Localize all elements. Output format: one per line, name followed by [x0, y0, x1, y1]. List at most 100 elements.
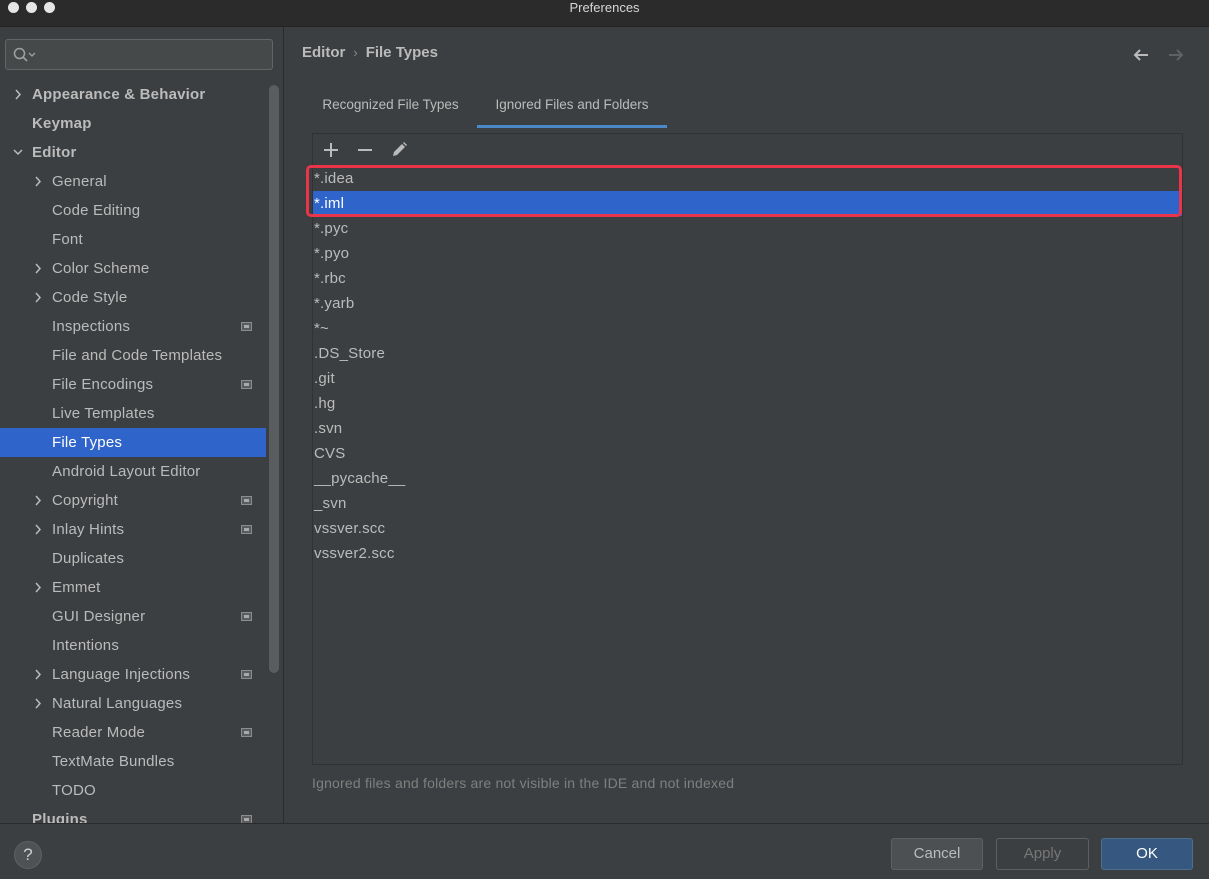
sidebar-item-label: Language Injections	[52, 666, 191, 683]
list-item[interactable]: vssver2.scc	[313, 541, 1182, 566]
list-item[interactable]: *~	[313, 316, 1182, 341]
chevron-right-icon[interactable]	[32, 660, 44, 689]
breadcrumb: Editor › File Types	[302, 44, 438, 61]
sidebar-item-natural-languages[interactable]: Natural Languages	[0, 689, 266, 718]
chevron-right-icon[interactable]	[32, 283, 44, 312]
cancel-button[interactable]: Cancel	[891, 838, 983, 870]
list-item[interactable]: _svn	[313, 491, 1182, 516]
sidebar-item-plugins[interactable]: Plugins	[0, 805, 266, 823]
project-settings-icon	[241, 496, 252, 505]
sidebar-item-android-layout-editor[interactable]: Android Layout Editor	[0, 457, 266, 486]
sidebar-item-keymap[interactable]: Keymap	[0, 109, 266, 138]
sidebar-item-label: General	[52, 173, 107, 190]
dialog-footer: ? Cancel Apply OK	[0, 823, 1209, 879]
sidebar-item-label: Copyright	[52, 492, 118, 509]
chevron-right-icon[interactable]	[32, 515, 44, 544]
project-settings-icon	[241, 728, 252, 737]
list-item[interactable]: *.yarb	[313, 291, 1182, 316]
ignored-files-hint: Ignored files and folders are not visibl…	[312, 775, 735, 791]
sidebar-item-label: Keymap	[32, 115, 92, 132]
sidebar-item-code-editing[interactable]: Code Editing	[0, 196, 266, 225]
list-item[interactable]: .git	[313, 366, 1182, 391]
sidebar-item-label: TODO	[52, 782, 96, 799]
sidebar-item-copyright[interactable]: Copyright	[0, 486, 266, 515]
settings-sidebar: Appearance & Behavior Keymap Editor General…	[0, 27, 284, 823]
project-settings-icon	[241, 322, 252, 331]
settings-search-input[interactable]	[5, 39, 273, 70]
sidebar-item-label: Font	[52, 231, 83, 248]
sidebar-item-reader-mode[interactable]: Reader Mode	[0, 718, 266, 747]
sidebar-item-label: GUI Designer	[52, 608, 146, 625]
chevron-right-icon[interactable]	[32, 254, 44, 283]
chevron-right-icon[interactable]	[32, 689, 44, 718]
ignored-files-panel: *.idea *.iml *.pyc *.pyo *.rbc *.yarb *~ .DS_St…	[312, 133, 1183, 765]
ok-button[interactable]: OK	[1101, 838, 1193, 870]
sidebar-item-code-style[interactable]: Code Style	[0, 283, 266, 312]
sidebar-item-intentions[interactable]: Intentions	[0, 631, 266, 660]
sidebar-item-label: Color Scheme	[52, 260, 150, 277]
sidebar-item-label: Code Editing	[52, 202, 141, 219]
project-settings-icon	[241, 815, 252, 823]
sidebar-item-textmate-bundles[interactable]: TextMate Bundles	[0, 747, 266, 776]
minus-icon[interactable]	[353, 139, 377, 161]
ignored-patterns-list[interactable]: *.idea *.iml *.pyc *.pyo *.rbc *.yarb *~ .DS_St…	[313, 166, 1182, 566]
sidebar-item-label: Live Templates	[52, 405, 155, 422]
sidebar-item-font[interactable]: Font	[0, 225, 266, 254]
pencil-icon[interactable]	[387, 139, 411, 161]
sidebar-item-language-injections[interactable]: Language Injections	[0, 660, 266, 689]
search-icon	[13, 47, 36, 62]
sidebar-item-color-scheme[interactable]: Color Scheme	[0, 254, 266, 283]
help-button[interactable]: ?	[14, 841, 42, 869]
sidebar-item-appearance-behavior[interactable]: Appearance & Behavior	[0, 80, 266, 109]
sidebar-item-label: Code Style	[52, 289, 128, 306]
project-settings-icon	[241, 670, 252, 679]
settings-tree: Appearance & Behavior Keymap Editor General…	[0, 80, 266, 823]
list-item[interactable]: .hg	[313, 391, 1182, 416]
forward-arrow-icon[interactable]	[1166, 45, 1186, 65]
sidebar-item-inspections[interactable]: Inspections	[0, 312, 266, 341]
sidebar-item-todo[interactable]: TODO	[0, 776, 266, 805]
sidebar-item-live-templates[interactable]: Live Templates	[0, 399, 266, 428]
sidebar-item-emmet[interactable]: Emmet	[0, 573, 266, 602]
chevron-right-icon[interactable]	[32, 486, 44, 515]
sidebar-item-general[interactable]: General	[0, 167, 266, 196]
project-settings-icon	[241, 380, 252, 389]
sidebar-item-inlay-hints[interactable]: Inlay Hints	[0, 515, 266, 544]
sidebar-scrollbar[interactable]	[269, 85, 279, 673]
chevron-right-icon[interactable]	[12, 80, 24, 109]
sidebar-item-editor[interactable]: Editor	[0, 138, 266, 167]
sidebar-item-label: Plugins	[32, 811, 88, 823]
list-item[interactable]: .svn	[313, 416, 1182, 441]
sidebar-item-label: File Types	[52, 434, 123, 451]
sidebar-item-label: Duplicates	[52, 550, 125, 567]
list-item[interactable]: vssver.scc	[313, 516, 1182, 541]
sidebar-item-file-encodings[interactable]: File Encodings	[0, 370, 266, 399]
tab-ignored-files-and-folders[interactable]: Ignored Files and Folders	[477, 90, 667, 128]
breadcrumb-parent[interactable]: Editor	[302, 44, 345, 61]
sidebar-item-gui-designer[interactable]: GUI Designer	[0, 602, 266, 631]
plus-icon[interactable]	[319, 139, 343, 161]
sidebar-item-file-and-code-templates[interactable]: File and Code Templates	[0, 341, 266, 370]
sidebar-item-label: Emmet	[52, 579, 101, 596]
tab-recognized-file-types[interactable]: Recognized File Types	[305, 90, 476, 128]
chevron-down-icon[interactable]	[12, 138, 24, 167]
sidebar-item-file-types[interactable]: File Types	[0, 428, 266, 457]
highlight-annotation	[306, 165, 1182, 217]
window-title: Preferences	[569, 0, 640, 15]
list-item[interactable]: *.rbc	[313, 266, 1182, 291]
list-item[interactable]: __pycache__	[313, 466, 1182, 491]
list-item[interactable]: *.pyo	[313, 241, 1182, 266]
sidebar-item-label: File and Code Templates	[52, 347, 223, 364]
list-item[interactable]: *.pyc	[313, 216, 1182, 241]
list-item[interactable]: .DS_Store	[313, 341, 1182, 366]
chevron-right-icon[interactable]	[32, 573, 44, 602]
project-settings-icon	[241, 612, 252, 621]
list-item[interactable]: CVS	[313, 441, 1182, 466]
sidebar-item-label: Intentions	[52, 637, 120, 654]
sidebar-item-duplicates[interactable]: Duplicates	[0, 544, 266, 573]
apply-button[interactable]: Apply	[996, 838, 1089, 870]
back-arrow-icon[interactable]	[1131, 45, 1151, 65]
sidebar-item-label: Inspections	[52, 318, 131, 335]
sidebar-item-label: File Encodings	[52, 376, 154, 393]
chevron-right-icon[interactable]	[32, 167, 44, 196]
